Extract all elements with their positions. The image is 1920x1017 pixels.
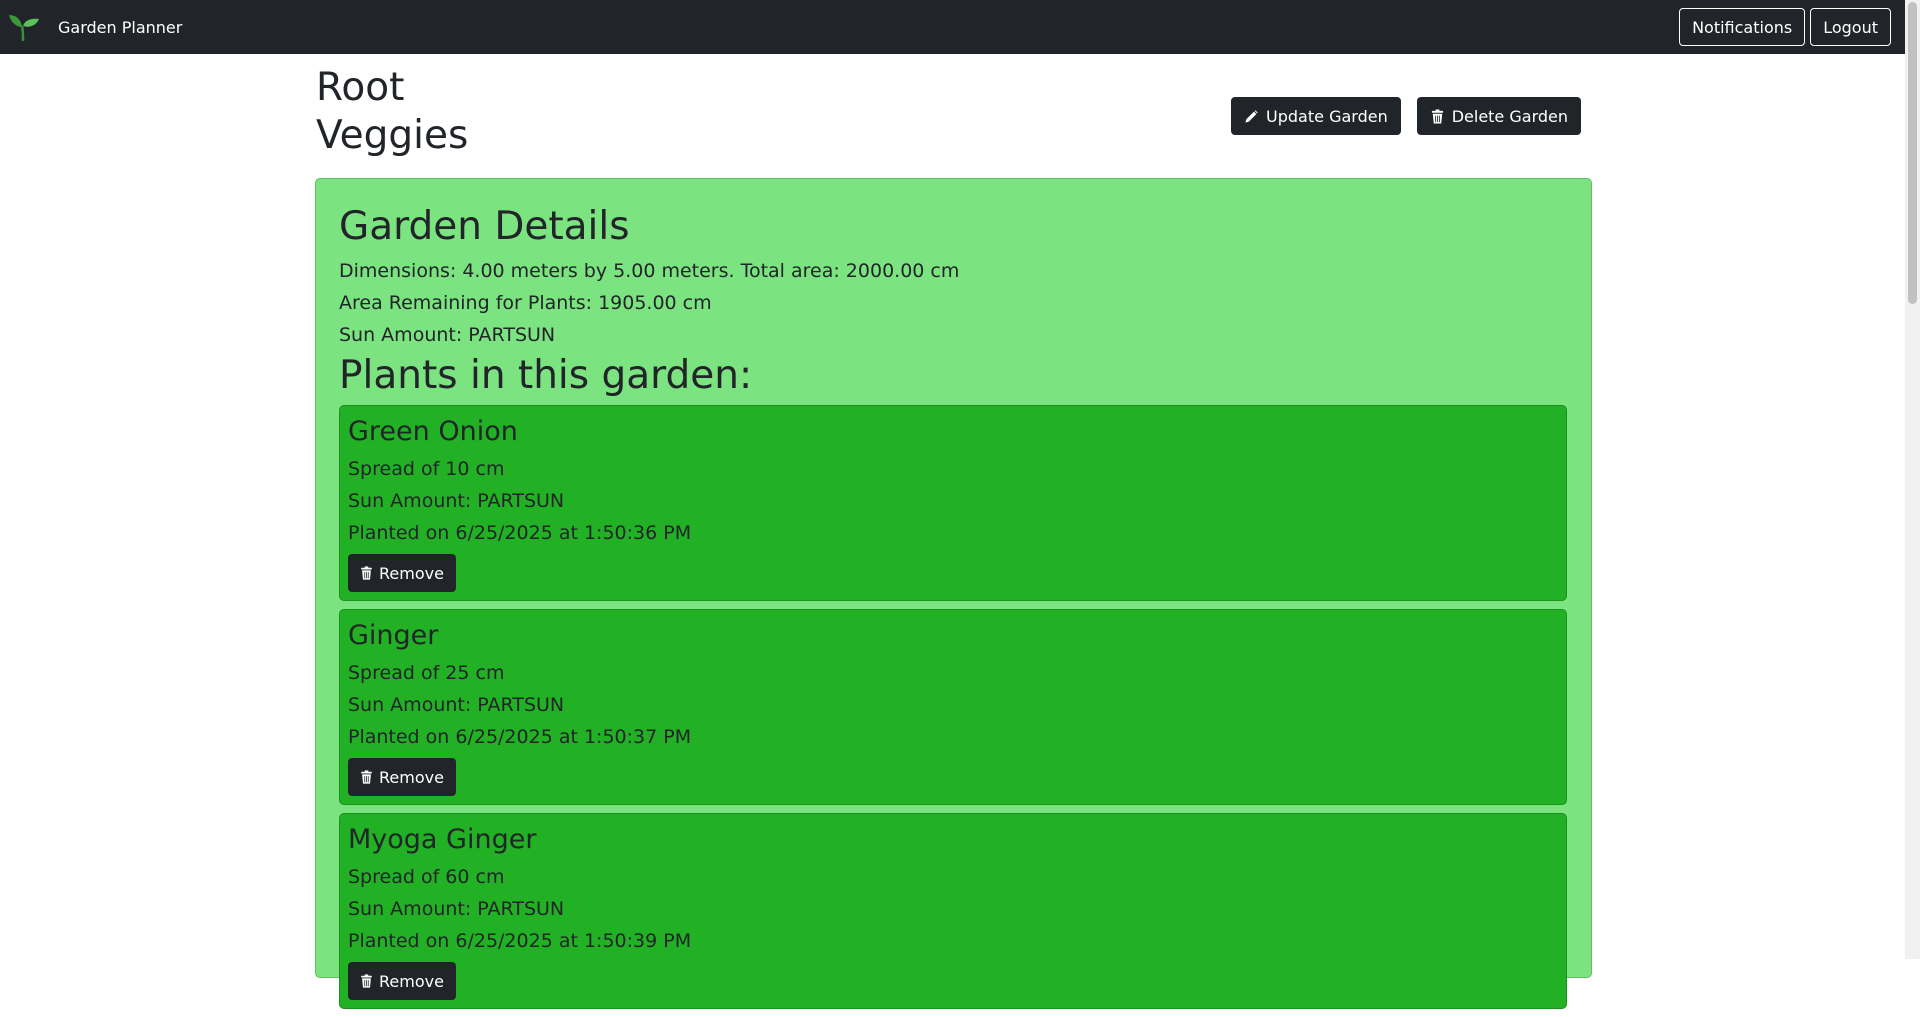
plant-spread: Spread of 25 cm — [348, 662, 505, 684]
remove-label: Remove — [379, 563, 444, 583]
plant-sun-amount: Sun Amount: PARTSUN — [348, 694, 565, 716]
pencil-icon — [1244, 109, 1259, 124]
update-garden-label: Update Garden — [1266, 106, 1388, 126]
plant-spread: Spread of 60 cm — [348, 866, 505, 888]
brand-text: Garden Planner — [58, 17, 183, 37]
plant-sun-amount: Sun Amount: PARTSUN — [348, 898, 565, 920]
trash-icon — [360, 566, 373, 580]
update-garden-button[interactable]: Update Garden — [1231, 97, 1401, 135]
plant-card: Ginger Spread of 25 cm Sun Amount: PARTS… — [339, 609, 1567, 805]
plant-card: Myoga Ginger Spread of 60 cm Sun Amount:… — [339, 813, 1567, 1009]
remove-label: Remove — [379, 971, 444, 991]
plant-planted-date: Planted on 6/25/2025 at 1:50:36 PM — [348, 522, 692, 544]
remove-label: Remove — [379, 767, 444, 787]
remove-plant-button[interactable]: Remove — [348, 962, 456, 1000]
plant-card: Green Onion Spread of 10 cm Sun Amount: … — [339, 405, 1567, 601]
trash-icon — [360, 974, 373, 988]
garden-details-card: Garden Details Dimensions: 4.00 meters b… — [315, 178, 1592, 1009]
brand-link[interactable]: Garden Planner — [0, 0, 182, 54]
logout-button[interactable]: Logout — [1810, 8, 1891, 46]
plant-name: Green Onion — [348, 416, 518, 447]
navbar-actions: Notifications Logout — [1679, 8, 1905, 46]
delete-garden-button[interactable]: Delete Garden — [1416, 97, 1581, 135]
delete-garden-label: Delete Garden — [1451, 106, 1568, 126]
plant-spread: Spread of 10 cm — [348, 458, 505, 480]
trash-icon — [1430, 108, 1445, 124]
garden-details-heading: Garden Details — [339, 204, 630, 249]
plants-heading: Plants in this garden: — [339, 353, 753, 398]
page-scrollbar[interactable] — [1905, 0, 1920, 959]
garden-actions: Update Garden Delete Garden — [1231, 97, 1581, 135]
garden-dimensions: Dimensions: 4.00 meters by 5.00 meters. … — [339, 260, 960, 282]
remove-plant-button[interactable]: Remove — [348, 758, 456, 796]
scrollbar-thumb[interactable] — [1908, 2, 1917, 304]
notifications-button[interactable]: Notifications — [1679, 8, 1806, 46]
top-navbar: Garden Planner Notifications Logout — [0, 0, 1905, 54]
plant-name: Ginger — [348, 620, 439, 651]
page-header: Root Veggies Update Garden Delete Garden — [316, 64, 1592, 164]
plant-planted-date: Planted on 6/25/2025 at 1:50:39 PM — [348, 930, 692, 952]
remove-plant-button[interactable]: Remove — [348, 554, 456, 592]
trash-icon — [360, 770, 373, 784]
garden-sun-amount: Sun Amount: PARTSUN — [339, 324, 556, 346]
page-title: Root Veggies — [316, 65, 469, 158]
garden-area-remaining: Area Remaining for Plants: 1905.00 cm — [339, 292, 712, 314]
plant-name: Myoga Ginger — [348, 824, 537, 855]
sprout-icon — [9, 15, 39, 42]
plant-sun-amount: Sun Amount: PARTSUN — [348, 490, 565, 512]
plant-planted-date: Planted on 6/25/2025 at 1:50:37 PM — [348, 726, 692, 748]
